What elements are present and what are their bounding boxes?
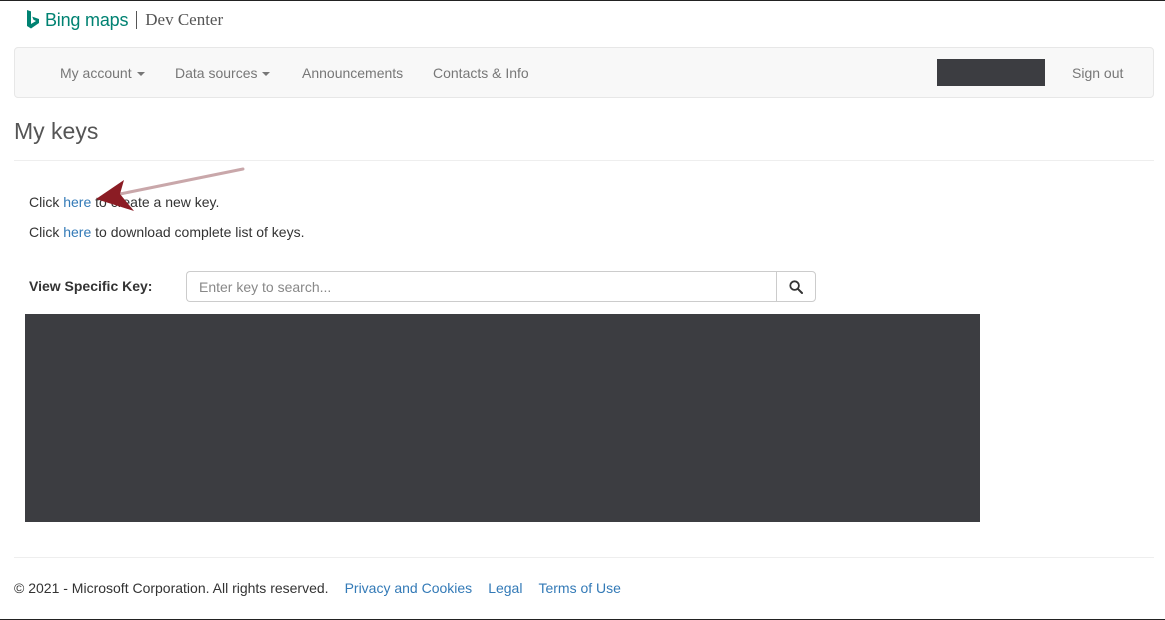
- caret-down-icon: [262, 72, 271, 77]
- footer: © 2021 - Microsoft Corporation. All righ…: [14, 580, 621, 596]
- page-title: My keys: [14, 118, 99, 144]
- logo-divider: [136, 11, 138, 29]
- product-name: Dev Center: [145, 10, 224, 29]
- create-key-suffix: to create a new key.: [91, 194, 220, 210]
- footer-link-terms[interactable]: Terms of Use: [538, 580, 620, 596]
- nav-announcements[interactable]: Announcements: [302, 48, 403, 99]
- view-specific-key-label: View Specific Key:: [29, 278, 153, 294]
- key-search-input[interactable]: [186, 271, 776, 302]
- search-icon: [789, 279, 803, 294]
- nav-my-account-label: My account: [60, 65, 132, 81]
- redacted-keys-table: [25, 314, 980, 522]
- caret-down-icon: [136, 72, 145, 77]
- annotation-arrow-icon: [96, 167, 245, 211]
- title-divider: [14, 160, 1154, 161]
- top-navbar: My account Data sources Announcements Co…: [14, 47, 1154, 98]
- copyright-text: © 2021 - Microsoft Corporation. All righ…: [14, 580, 329, 596]
- create-key-line: Click here to create a new key.: [29, 194, 219, 210]
- nav-my-account[interactable]: My account: [60, 48, 145, 99]
- download-keys-suffix: to download complete list of keys.: [91, 224, 305, 240]
- download-keys-link[interactable]: here: [63, 224, 91, 240]
- create-key-prefix: Click: [29, 194, 64, 210]
- bing-maps-logo[interactable]: Bing maps Dev Center: [26, 7, 223, 33]
- key-search-button[interactable]: [776, 271, 816, 302]
- footer-link-privacy[interactable]: Privacy and Cookies: [345, 580, 473, 596]
- bing-logo-icon: [27, 10, 39, 29]
- sign-out-link[interactable]: Sign out: [1072, 48, 1123, 99]
- brand-name: Bing maps: [45, 9, 129, 30]
- nav-data-sources-label: Data sources: [175, 65, 258, 81]
- key-search-group: [186, 271, 816, 302]
- footer-link-legal[interactable]: Legal: [488, 580, 522, 596]
- create-key-link[interactable]: here: [63, 194, 91, 210]
- redacted-username: [937, 59, 1045, 86]
- download-keys-line: Click here to download complete list of …: [29, 224, 305, 240]
- nav-contacts-info[interactable]: Contacts & Info: [433, 48, 529, 99]
- footer-divider: [14, 557, 1154, 558]
- nav-data-sources[interactable]: Data sources: [175, 48, 271, 99]
- download-keys-prefix: Click: [29, 224, 64, 240]
